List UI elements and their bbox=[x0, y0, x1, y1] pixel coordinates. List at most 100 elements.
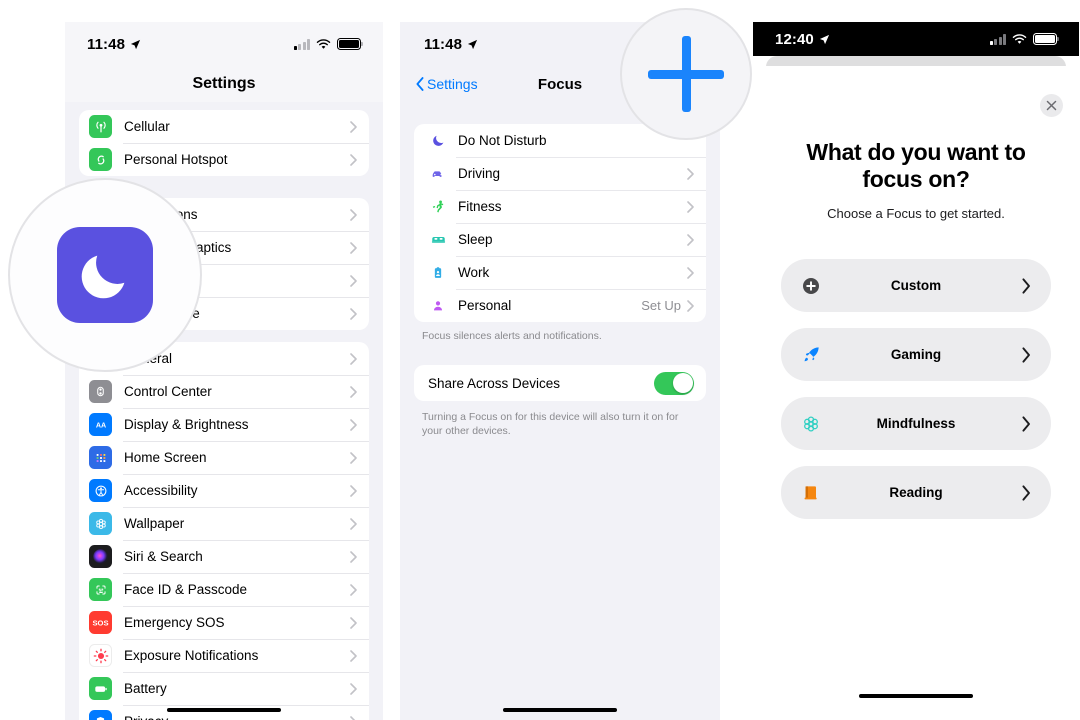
chevron-right-icon bbox=[350, 208, 357, 221]
share-footnote: Turning a Focus on for this device will … bbox=[422, 411, 679, 438]
location-arrow-icon bbox=[130, 39, 141, 49]
chevron-right-icon bbox=[687, 233, 694, 246]
focus-moon-icon bbox=[57, 227, 153, 323]
settings-group-system: General Control Center AA Display & Brig… bbox=[79, 342, 369, 720]
sidebar-item-wallpaper[interactable]: Wallpaper bbox=[79, 507, 369, 540]
chevron-right-icon bbox=[687, 266, 694, 279]
chevron-right-icon bbox=[350, 517, 357, 530]
sidebar-item-label: Display & Brightness bbox=[124, 417, 249, 432]
status-bar-indicators bbox=[989, 33, 1060, 45]
chevron-right-icon bbox=[350, 451, 357, 464]
share-across-devices-toggle[interactable] bbox=[654, 371, 694, 395]
sidebar-item-label: Home Screen bbox=[124, 450, 207, 465]
privacy-app-icon bbox=[89, 710, 112, 720]
chevron-right-icon bbox=[350, 550, 357, 563]
sidebar-item-battery[interactable]: Battery bbox=[79, 672, 369, 705]
chevron-right-icon bbox=[350, 418, 357, 431]
status-bar-time-group: 12:40 bbox=[775, 31, 830, 48]
status-bar: 12:40 bbox=[753, 22, 1079, 56]
chevron-right-icon bbox=[1022, 416, 1031, 432]
chevron-right-icon bbox=[687, 299, 694, 312]
status-bar-time: 11:48 bbox=[424, 35, 463, 53]
list-item-label: Fitness bbox=[458, 199, 502, 214]
status-bar-time: 11:48 bbox=[87, 35, 126, 53]
exposure-notifications-app-icon bbox=[89, 644, 112, 667]
focus-option-gaming[interactable]: Gaming bbox=[781, 328, 1051, 382]
chevron-right-icon bbox=[350, 241, 357, 254]
location-arrow-icon bbox=[819, 34, 829, 44]
sidebar-item-emergency-sos[interactable]: SOS Emergency SOS bbox=[79, 606, 369, 639]
home-screen-app-icon bbox=[89, 446, 112, 469]
sidebar-item-siri-search[interactable]: Siri & Search bbox=[79, 540, 369, 573]
cellular-app-icon bbox=[89, 115, 112, 138]
plus-icon[interactable] bbox=[648, 36, 724, 112]
moon-icon bbox=[428, 133, 448, 148]
chevron-right-icon bbox=[687, 200, 694, 213]
share-across-devices-row[interactable]: Share Across Devices bbox=[414, 365, 706, 402]
sidebar-item-control-center[interactable]: Control Center bbox=[79, 375, 369, 408]
plus-circle-icon bbox=[799, 276, 823, 296]
status-bar-time-group: 11:48 bbox=[424, 36, 478, 53]
focus-list-group: Do Not Disturb Driving Fitness Sleep Wor… bbox=[414, 124, 706, 322]
display-brightness-app-icon: AA bbox=[89, 413, 112, 436]
chevron-right-icon bbox=[350, 583, 357, 596]
focus-option-mindfulness[interactable]: Mindfulness bbox=[781, 397, 1051, 451]
close-icon[interactable] bbox=[1040, 94, 1063, 117]
sheet-subtitle: Choose a Focus to get started. bbox=[827, 206, 1005, 222]
sidebar-item-personal-hotspot[interactable]: Personal Hotspot bbox=[79, 143, 369, 176]
list-item-fitness[interactable]: Fitness bbox=[414, 190, 706, 223]
page-title: Settings bbox=[192, 75, 256, 92]
mindfulness-flower-icon bbox=[799, 413, 823, 435]
sidebar-item-label: Accessibility bbox=[124, 483, 198, 498]
chevron-right-icon bbox=[1022, 278, 1031, 294]
battery-icon bbox=[1033, 33, 1060, 45]
back-button[interactable]: Settings bbox=[416, 76, 478, 92]
list-item-work[interactable]: Work bbox=[414, 256, 706, 289]
home-indicator bbox=[167, 707, 281, 712]
location-arrow-icon bbox=[467, 39, 478, 49]
accessibility-app-icon bbox=[89, 479, 112, 502]
sidebar-item-face-id-passcode[interactable]: Face ID & Passcode bbox=[79, 573, 369, 606]
sidebar-item-label: Wallpaper bbox=[124, 516, 185, 531]
chevron-right-icon bbox=[350, 120, 357, 133]
list-item-driving[interactable]: Driving bbox=[414, 157, 706, 190]
car-icon bbox=[428, 166, 448, 182]
control-center-app-icon bbox=[89, 380, 112, 403]
book-icon bbox=[799, 483, 823, 503]
list-item-label: Personal bbox=[458, 298, 512, 313]
chevron-right-icon bbox=[350, 682, 357, 695]
chevron-right-icon bbox=[350, 153, 357, 166]
home-indicator bbox=[503, 707, 617, 712]
svg-text:SOS: SOS bbox=[92, 618, 108, 627]
sidebar-item-exposure-notifications[interactable]: Exposure Notifications bbox=[79, 639, 369, 672]
focus-options-list: Custom Gaming Mindfulness Reading bbox=[753, 259, 1079, 520]
cellular-bars-icon bbox=[989, 33, 1006, 45]
sidebar-item-home-screen[interactable]: Home Screen bbox=[79, 441, 369, 474]
list-item-sleep[interactable]: Sleep bbox=[414, 223, 706, 256]
sidebar-item-label: Face ID & Passcode bbox=[124, 582, 248, 597]
sidebar-item-label: Emergency SOS bbox=[124, 615, 225, 630]
list-item-personal[interactable]: Personal Set Up bbox=[414, 289, 706, 322]
focus-option-reading[interactable]: Reading bbox=[781, 466, 1051, 520]
list-item-label: Work bbox=[458, 265, 490, 280]
sidebar-item-display-brightness[interactable]: AA Display & Brightness bbox=[79, 408, 369, 441]
chevron-right-icon bbox=[350, 307, 357, 320]
focus-option-custom[interactable]: Custom bbox=[781, 259, 1051, 313]
sidebar-item-accessibility[interactable]: Accessibility bbox=[79, 474, 369, 507]
chevron-right-icon bbox=[1022, 347, 1031, 363]
face-id-app-icon bbox=[89, 578, 112, 601]
choose-focus-sheet: What do you want to focus on? Choose a F… bbox=[753, 66, 1079, 720]
sidebar-item-cellular[interactable]: Cellular bbox=[79, 110, 369, 143]
sheet-title: What do you want to focus on? bbox=[806, 139, 1026, 193]
status-bar-time: 12:40 bbox=[775, 30, 814, 48]
person-icon bbox=[428, 299, 448, 313]
phone-panel-choose-focus: 12:40 What do you want to focus on? Choo… bbox=[753, 22, 1079, 720]
settings-group-connectivity: Cellular Personal Hotspot bbox=[79, 110, 369, 176]
screenshot-stage: 11:48 Settings Cellular Personal Hotspot… bbox=[0, 0, 1080, 720]
sidebar-item-label: Cellular bbox=[124, 119, 170, 134]
sidebar-item-label: Battery bbox=[124, 681, 167, 696]
running-person-icon bbox=[428, 199, 448, 214]
magnifier-callout-add-focus bbox=[620, 8, 752, 140]
sidebar-item-label: Control Center bbox=[124, 384, 212, 399]
sidebar-item-label: Privacy bbox=[124, 714, 350, 720]
